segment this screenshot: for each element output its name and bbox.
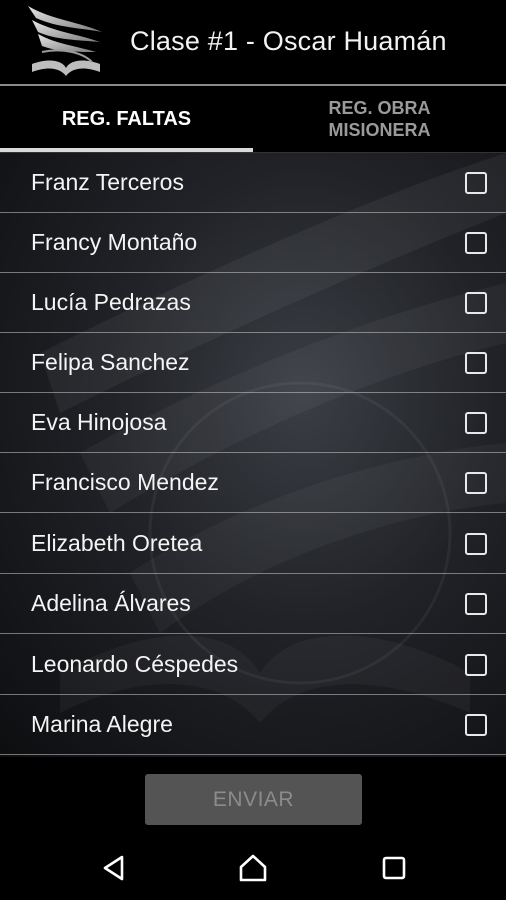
- absence-checkbox[interactable]: [465, 171, 487, 194]
- back-triangle-icon: [103, 855, 124, 880]
- absence-checkbox[interactable]: [465, 532, 487, 555]
- student-name: Marina Alegre: [31, 711, 173, 737]
- student-name: Leonardo Céspedes: [31, 651, 239, 677]
- list-item[interactable]: Francisco Mendez: [0, 453, 506, 513]
- send-button[interactable]: ENVIAR: [145, 774, 362, 825]
- absence-checkbox[interactable]: [465, 653, 487, 676]
- absence-checkbox[interactable]: [465, 291, 487, 314]
- system-nav-bar: [0, 835, 506, 900]
- list-item[interactable]: Felipa Sanchez: [0, 333, 506, 393]
- app-title: Clase #1 - Oscar Huamán: [130, 26, 447, 56]
- tab-reg-faltas[interactable]: REG. FALTAS: [0, 86, 253, 152]
- tab-reg-obra-label-line1: REG. OBRA: [328, 98, 431, 118]
- student-name: Felipa Sanchez: [31, 349, 190, 375]
- recents-square-icon: [382, 856, 406, 879]
- nav-back-button[interactable]: [74, 835, 154, 900]
- list-item[interactable]: Lucía Pedrazas: [0, 273, 506, 333]
- student-name: Elizabeth Oretea: [31, 530, 203, 556]
- absence-checkbox[interactable]: [465, 713, 487, 736]
- tab-bar: REG. FALTAS REG. OBRA MISIONERA: [0, 86, 506, 152]
- app-bar: Clase #1 - Oscar Huamán: [0, 0, 506, 84]
- list-item[interactable]: Franz Terceros: [0, 153, 506, 213]
- list-item[interactable]: Francy Montaño: [0, 213, 506, 273]
- list-item[interactable]: Adelina Álvares: [0, 574, 506, 634]
- action-area: ENVIAR: [0, 757, 506, 835]
- student-name: Francisco Mendez: [31, 469, 219, 495]
- absence-checkbox[interactable]: [465, 592, 487, 615]
- tab-reg-faltas-label: REG. FALTAS: [61, 107, 192, 130]
- nav-recents-button[interactable]: [354, 835, 434, 900]
- student-name: Adelina Álvares: [31, 590, 191, 616]
- absence-checkbox[interactable]: [465, 351, 487, 374]
- nav-home-button[interactable]: [213, 835, 293, 900]
- list-item[interactable]: Eva Hinojosa: [0, 393, 506, 453]
- absence-checkbox[interactable]: [465, 411, 487, 434]
- list-item[interactable]: Marina Alegre: [0, 695, 506, 755]
- list-item[interactable]: Elizabeth Oretea: [0, 514, 506, 574]
- winged-book-logo-icon: [28, 6, 102, 76]
- student-list[interactable]: Franz Terceros Francy Montaño Lucía Pedr…: [0, 153, 506, 757]
- home-icon: [239, 854, 267, 881]
- student-name: Eva Hinojosa: [31, 409, 167, 435]
- absence-checkbox[interactable]: [465, 471, 487, 494]
- student-name: Francy Montaño: [31, 229, 198, 255]
- tab-reg-obra-misionera[interactable]: REG. OBRA MISIONERA: [253, 86, 506, 152]
- student-name: Franz Terceros: [31, 169, 184, 195]
- absence-checkbox[interactable]: [465, 231, 487, 254]
- list-item[interactable]: Leonardo Céspedes: [0, 635, 506, 695]
- tab-reg-obra-label-line2: MISIONERA: [328, 120, 431, 140]
- student-name: Lucía Pedrazas: [31, 289, 191, 315]
